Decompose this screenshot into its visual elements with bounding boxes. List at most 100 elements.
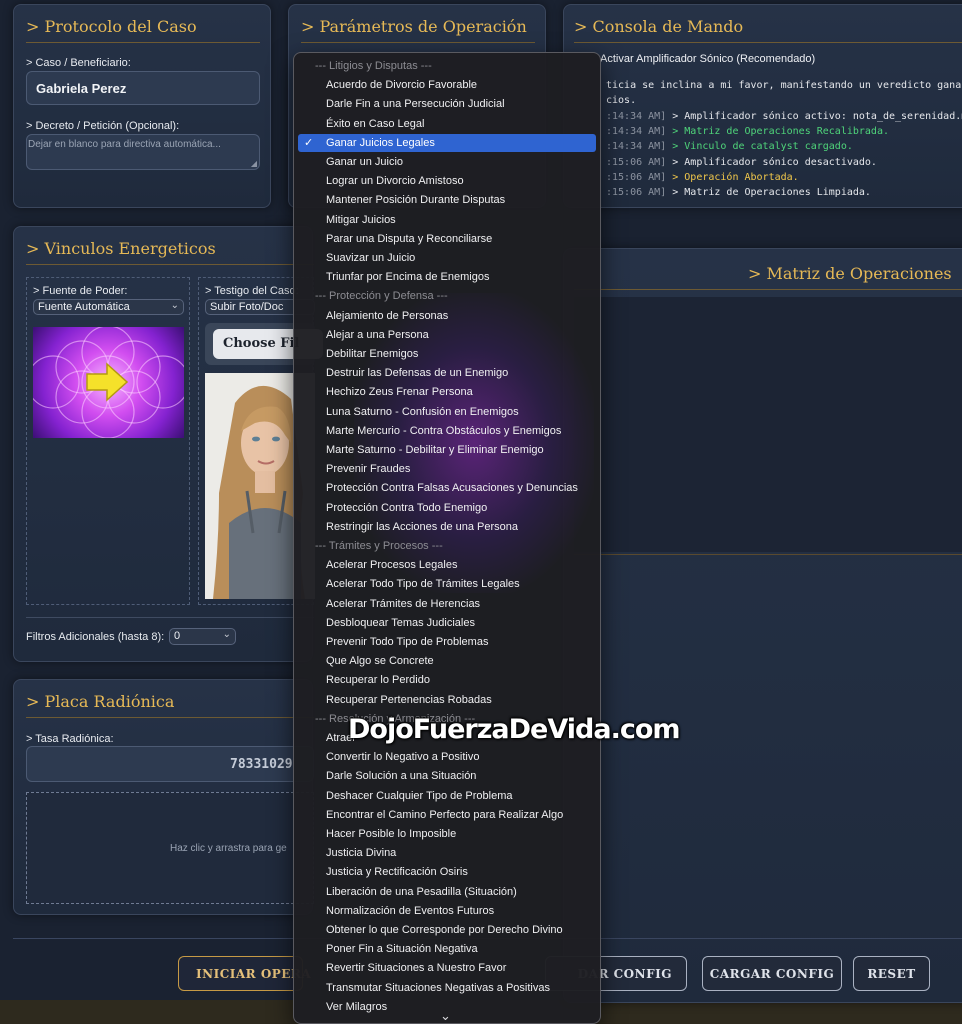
menu-item[interactable]: Darle Solución a una Situación [298,767,596,785]
menu-item[interactable]: Éxito en Caso Legal [298,115,596,133]
radionic-plate-dropzone[interactable]: Haz clic y arrastra para ge [26,792,314,904]
menu-item[interactable]: Marte Saturno - Debilitar y Eliminar Ene… [298,441,596,459]
menu-group-header: --- Litigios y Disputas --- [298,57,596,75]
reset-button[interactable]: RESET [853,956,930,991]
menu-item-label: Restringir las Acciones de una Persona [326,520,518,533]
menu-item[interactable]: Destruir las Defensas de un Enemigo [298,364,596,382]
menu-item[interactable]: Transmutar Situaciones Negativas a Posit… [298,979,596,997]
menu-item-label: Éxito en Caso Legal [326,117,425,130]
filtros-select[interactable]: 0 ⌄ [169,628,236,645]
menu-item[interactable]: Deshacer Cualquier Tipo de Problema [298,787,596,805]
menu-item-label: Justicia Divina [326,847,397,860]
title-divider [26,42,260,43]
dropzone-text: Haz clic y arrastra para ge [170,843,287,854]
menu-item[interactable]: Darle Fin a una Persecución Judicial [298,95,596,113]
menu-item-label: Prevenir Fraudes [326,463,411,476]
menu-item-label: Debilitar Enemigos [326,348,419,360]
menu-item[interactable]: Prevenir Fraudes [298,460,596,478]
iniciar-operacion-button[interactable]: INICIAR OPERA [178,956,311,991]
menu-item[interactable]: Desbloquear Temas Judiciales [298,614,596,632]
menu-item-label: Darle Fin a una Persecución Judicial [326,98,505,111]
menu-item[interactable]: Hacer Posible lo Imposible [298,825,596,843]
menu-item[interactable]: Parar una Disputa y Reconciliarse [298,230,596,248]
console-line: :15:06 AM] > Matriz de Operaciones Limpi… [606,187,871,198]
menu-group-header: --- Trámites y Procesos --- [298,537,596,555]
menu-item[interactable]: Marte Mercurio - Contra Obstáculos y Ene… [298,422,596,440]
tasa-input[interactable]: 78331029 [26,746,314,782]
mandala-pattern [33,327,184,438]
placa-title: > Placa Radiónica [26,692,175,711]
menu-item[interactable]: Hechizo Zeus Frenar Persona [298,383,596,401]
menu-item-label: Protección Contra Todo Enemigo [326,501,488,514]
operation-dropdown-menu[interactable]: --- Litigios y Disputas --- Acuerdo de Di… [293,52,601,1024]
menu-item-label: Transmutar Situaciones Negativas a Posit… [326,981,550,994]
menu-item[interactable]: Liberación de una Pesadilla (Situación) [298,883,596,901]
menu-item[interactable]: Revertir Situaciones a Nuestro Favor [298,959,596,977]
menu-item[interactable]: Mantener Posición Durante Disputas [298,191,596,209]
menu-item-label: Prevenir Todo Tipo de Problemas [326,636,489,648]
menu-item[interactable]: Restringir las Acciones de una Persona [298,518,596,536]
console-message: > Matriz de Operaciones Limpiada. [672,187,871,198]
menu-item-label: Recuperar Pertenencias Robadas [326,693,492,706]
menu-item[interactable]: Normalización de Eventos Futuros [298,902,596,920]
console-line: :14:34 AM] > Amplificador sónico activo:… [606,111,962,122]
caso-value: Gabriela Perez [36,81,127,96]
menu-item[interactable]: Protección Contra Falsas Acusaciones y D… [298,479,596,497]
menu-item[interactable]: Acelerar Trámites de Herencias [298,595,596,613]
fuente-select[interactable]: Fuente Automática ⌄ [33,299,184,315]
vinculos-panel: > Vinculos Energeticos > Fuente de Poder… [13,226,323,662]
menu-item[interactable]: Poner Fin a Situación Negativa [298,940,596,958]
decreto-textarea[interactable]: Dejar en blanco para directiva automátic… [26,134,260,170]
menu-item[interactable]: Obtener lo que Corresponde por Derecho D… [298,921,596,939]
caso-input[interactable]: Gabriela Perez [26,71,260,105]
menu-item-label: Luna Saturno - Confusión en Enemigos [326,405,519,418]
console-line: cios. [606,95,637,106]
menu-item[interactable]: Lograr un Divorcio Amistoso [298,172,596,190]
power-source-image [33,327,184,438]
menu-item[interactable]: Acelerar Procesos Legales [298,556,596,574]
menu-item-label: Encontrar el Camino Perfecto para Realiz… [326,808,564,821]
menu-item-label: Hechizo Zeus Frenar Persona [326,386,473,399]
protocolo-title: > Protocolo del Caso [26,17,197,36]
menu-item-label: Triunfar por Encima de Enemigos [326,271,490,284]
console-line: :15:06 AM] > Amplificador sónico desacti… [606,157,877,168]
resize-handle-icon[interactable]: ◢ [251,159,257,168]
menu-item[interactable]: Suavizar un Juicio [298,249,596,267]
menu-item[interactable]: Recuperar Pertenencias Robadas [298,691,596,709]
fuente-select-value: Fuente Automática [38,301,130,313]
menu-item[interactable]: Convertir lo Negativo a Positivo [298,748,596,766]
matriz-title: > Matriz de Operaciones [748,264,952,283]
menu-item[interactable]: Ganar un Juicio [298,153,596,171]
menu-item-label: Marte Mercurio - Contra Obstáculos y Ene… [326,424,562,437]
menu-item[interactable]: Acelerar Todo Tipo de Trámites Legales [298,575,596,593]
console-line: :14:34 AM] > Matriz de Operaciones Recal… [606,126,889,137]
filtros-label: Filtros Adicionales (hasta 8): [26,631,165,643]
menu-item[interactable]: Luna Saturno - Confusión en Enemigos [298,403,596,421]
matriz-canvas[interactable] [574,297,962,552]
menu-item-label: Liberación de una Pesadilla (Situación) [326,885,517,898]
console-line: :15:06 AM] > Operación Abortada. [606,172,799,183]
placa-panel: > Placa Radiónica > Tasa Radiónica: 7833… [13,679,314,915]
menu-item-label: Normalización de Eventos Futuros [326,904,495,917]
cargar-config-button[interactable]: CARGAR CONFIG [702,956,842,991]
scroll-down-chevron-icon[interactable]: ⌄ [440,1008,451,1023]
menu-item-label: Justicia y Rectificación Osiris [326,866,468,879]
title-divider [26,717,314,718]
menu-item[interactable]: Alejamiento de Personas [298,307,596,325]
menu-item[interactable]: Debilitar Enemigos [298,345,596,363]
menu-item[interactable]: Justicia Divina [298,844,596,862]
menu-item[interactable]: Acuerdo de Divorcio Favorable [298,76,596,94]
menu-item[interactable]: Prevenir Todo Tipo de Problemas [298,633,596,651]
menu-item[interactable]: ✓ Ganar Juicios Legales [298,133,596,152]
amplifier-toggle-label[interactable]: Activar Amplificador Sónico (Recomendado… [600,53,815,65]
menu-item[interactable]: Justicia y Rectificación Osiris [298,863,596,881]
menu-item[interactable]: Protección Contra Todo Enemigo [298,499,596,517]
menu-item[interactable]: Triunfar por Encima de Enemigos [298,268,596,286]
menu-item[interactable]: Encontrar el Camino Perfecto para Realiz… [298,806,596,824]
menu-item[interactable]: Que Algo se Concrete [298,652,596,670]
menu-item[interactable]: Recuperar lo Perdido [298,671,596,689]
menu-item[interactable]: Mitigar Juicios [298,211,596,229]
menu-item-label: Ganar un Juicio [326,156,404,168]
menu-item-label: --- Litigios y Disputas --- [315,60,432,72]
menu-item[interactable]: Alejar a una Persona [298,326,596,344]
